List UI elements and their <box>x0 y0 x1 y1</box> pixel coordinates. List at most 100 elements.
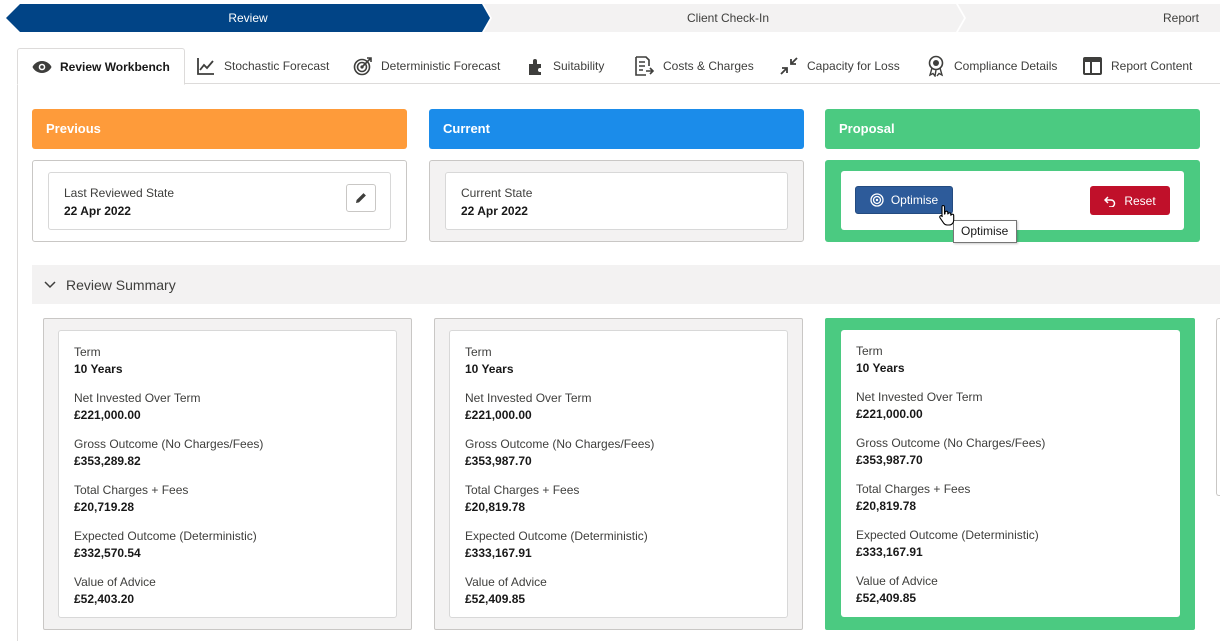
metric-term: Term 10 Years <box>74 345 396 391</box>
tab-bar: Review Workbench Stochastic Forecast Det… <box>17 48 1220 85</box>
tab-suitability-label: Suitability <box>553 59 605 73</box>
summary-card-previous: Term 10 Years Net Invested Over Term £221,… <box>43 318 412 630</box>
review-summary-title: Review Summary <box>66 276 176 293</box>
tab-capacity-for-loss[interactable]: Capacity for Loss <box>779 48 900 84</box>
metric-label: Expected Outcome (Deterministic) <box>465 529 648 543</box>
metric-term: Term 10 Years <box>465 345 787 391</box>
metric-label: Term <box>74 345 101 359</box>
previous-state-value: 22 Apr 2022 <box>64 204 131 218</box>
metric-value: 10 Years <box>465 362 514 376</box>
metric-value: £353,987.70 <box>856 453 923 467</box>
line-chart-icon <box>197 58 214 75</box>
tab-compliance-details[interactable]: Compliance Details <box>926 48 1057 84</box>
metric-label: Net Invested Over Term <box>465 391 592 405</box>
summary-card-inner: Term 10 Years Net Invested Over Term £221,… <box>58 330 397 618</box>
metric-value: £353,289.82 <box>74 454 141 468</box>
metric-value: 10 Years <box>856 361 905 375</box>
tab-report-content[interactable]: Report Content <box>1082 48 1192 84</box>
chevron-down-icon <box>44 280 56 288</box>
previous-header: Previous <box>32 109 407 149</box>
metric-label: Term <box>465 345 492 359</box>
metric-value: £221,000.00 <box>856 407 923 421</box>
tab-deterministic-forecast[interactable]: Deterministic Forecast <box>353 48 500 84</box>
metric-label: Gross Outcome (No Charges/Fees) <box>856 436 1046 450</box>
metric-value: £221,000.00 <box>465 408 532 422</box>
current-header: Current <box>429 109 804 149</box>
metric-value: £333,167.91 <box>465 546 532 560</box>
optimise-tooltip: Optimise <box>953 220 1017 243</box>
metric-label: Value of Advice <box>465 575 547 589</box>
metric-label: Total Charges + Fees <box>856 482 971 496</box>
edit-button[interactable] <box>346 184 376 212</box>
previous-state-card: Last Reviewed State 22 Apr 2022 <box>32 160 407 242</box>
path-stage-review[interactable]: Review <box>6 4 490 32</box>
metric-total-charges: Total Charges + Fees £20,819.78 <box>465 483 787 529</box>
metric-total-charges: Total Charges + Fees £20,819.78 <box>856 482 1180 528</box>
review-summary-section-header[interactable]: Review Summary <box>32 265 1220 304</box>
metric-expected-outcome: Expected Outcome (Deterministic) £333,167… <box>856 528 1180 574</box>
target-icon <box>870 193 884 207</box>
metric-expected-outcome: Expected Outcome (Deterministic) £333,167… <box>465 529 787 575</box>
target-arrow-icon <box>353 57 372 76</box>
tab-costs-charges[interactable]: Costs & Charges <box>634 48 754 84</box>
current-state-card: Current State 22 Apr 2022 <box>429 160 804 242</box>
tab-deterministic-forecast-label: Deterministic Forecast <box>381 59 501 73</box>
metric-total-charges: Total Charges + Fees £20,719.28 <box>74 483 396 529</box>
metric-gross-outcome: Gross Outcome (No Charges/Fees) £353,987.… <box>856 436 1180 482</box>
tab-stochastic-forecast-label: Stochastic Forecast <box>224 59 330 73</box>
puzzle-icon <box>529 59 541 75</box>
metric-gross-outcome: Gross Outcome (No Charges/Fees) £353,289.… <box>74 437 396 483</box>
hand-cursor-icon <box>939 204 955 226</box>
metric-net-invested: Net Invested Over Term £221,000.00 <box>856 390 1180 436</box>
metric-label: Net Invested Over Term <box>74 391 201 405</box>
metric-value: £333,167.91 <box>856 545 923 559</box>
metric-value: £221,000.00 <box>74 408 141 422</box>
metric-net-invested: Net Invested Over Term £221,000.00 <box>74 391 396 437</box>
current-state-inner: Current State 22 Apr 2022 <box>445 172 788 230</box>
undo-icon <box>1104 195 1116 207</box>
document-arrow-icon <box>635 56 655 76</box>
metric-label: Gross Outcome (No Charges/Fees) <box>465 437 655 451</box>
metric-value-of-advice: Value of Advice £52,403.20 <box>74 575 396 621</box>
metric-label: Expected Outcome (Deterministic) <box>856 528 1039 542</box>
metric-label: Value of Advice <box>74 575 156 589</box>
contract-arrows-icon <box>780 57 798 75</box>
tab-stochastic-forecast[interactable]: Stochastic Forecast <box>196 48 329 84</box>
previous-state-label: Last Reviewed State <box>64 186 175 200</box>
path-stage-client-check-in[interactable]: Client Check-In <box>492 4 964 32</box>
metric-value: 10 Years <box>74 362 123 376</box>
layout-icon <box>1083 57 1102 75</box>
path-stage-report[interactable]: Report <box>1146 4 1216 32</box>
metric-value: £332,570.54 <box>74 546 141 560</box>
summary-card-current: Term 10 Years Net Invested Over Term £221,… <box>434 318 803 630</box>
tab-compliance-details-label: Compliance Details <box>954 59 1058 73</box>
metric-label: Total Charges + Fees <box>465 483 580 497</box>
tab-report-content-label: Report Content <box>1111 59 1193 73</box>
current-state-label: Current State <box>461 186 533 200</box>
tab-review-workbench-label: Review Workbench <box>60 59 170 74</box>
summary-card-offscreen-edge <box>1216 318 1220 496</box>
metric-value: £52,403.20 <box>74 592 135 606</box>
summary-card-inner: Term 10 Years Net Invested Over Term £221,… <box>449 330 788 618</box>
metric-label: Gross Outcome (No Charges/Fees) <box>74 437 264 451</box>
reset-button[interactable]: Reset <box>1090 186 1170 215</box>
summary-card-proposal: Term 10 Years Net Invested Over Term £221,… <box>825 318 1195 630</box>
metric-gross-outcome: Gross Outcome (No Charges/Fees) £353,987.… <box>465 437 787 483</box>
metric-value-of-advice: Value of Advice £52,409.85 <box>856 574 1180 620</box>
optimise-button-label: Optimise <box>890 193 939 207</box>
eye-icon <box>32 60 52 73</box>
summary-card-inner: Term 10 Years Net Invested Over Term £221,… <box>841 330 1180 617</box>
metric-value: £52,409.85 <box>856 591 917 605</box>
tab-suitability[interactable]: Suitability <box>527 48 604 84</box>
metric-net-invested: Net Invested Over Term £221,000.00 <box>465 391 787 437</box>
metric-value: £20,819.78 <box>465 500 526 514</box>
metric-value: £52,409.85 <box>465 592 526 606</box>
metric-value: £20,819.78 <box>856 499 917 513</box>
metric-label: Total Charges + Fees <box>74 483 189 497</box>
metric-term: Term 10 Years <box>856 344 1180 390</box>
award-icon <box>928 55 944 77</box>
metric-label: Expected Outcome (Deterministic) <box>74 529 257 543</box>
metric-value-of-advice: Value of Advice £52,409.85 <box>465 575 787 621</box>
tab-review-workbench[interactable]: Review Workbench <box>17 48 185 85</box>
pencil-icon <box>356 193 366 203</box>
